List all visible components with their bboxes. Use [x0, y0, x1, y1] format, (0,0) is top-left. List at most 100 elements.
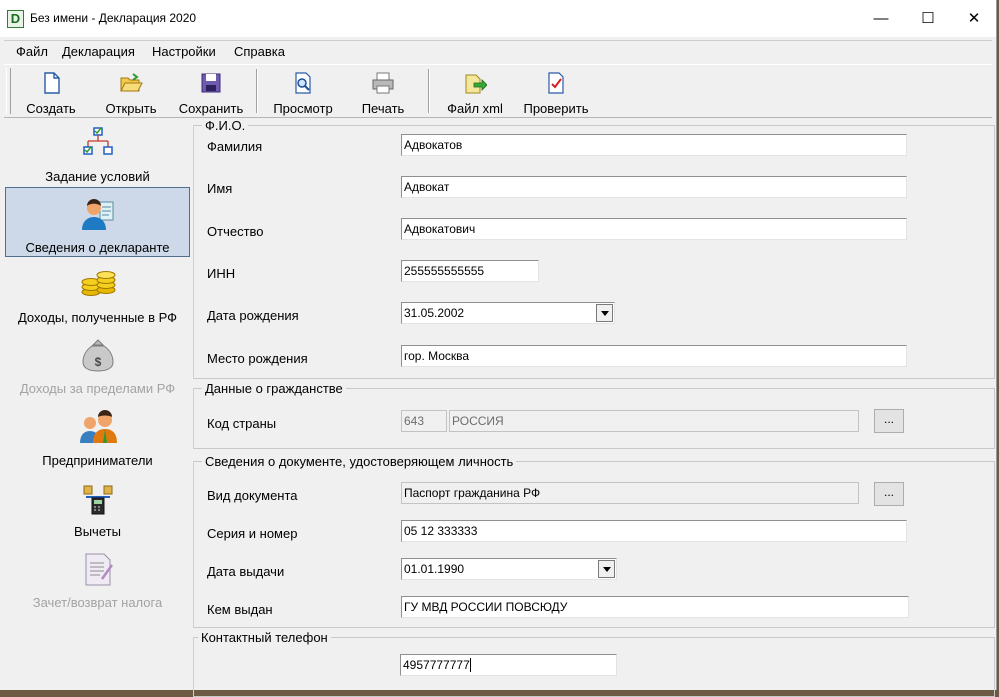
issued-by-field[interactable]: ГУ МВД РОССИИ ПОВСЮДУ [401, 596, 909, 618]
open-button[interactable]: Открыть [98, 67, 164, 116]
sidebar-item-income-rf[interactable]: Доходы, полученные в РФ [5, 258, 190, 328]
citizenship-legend: Данные о гражданстве [202, 381, 346, 396]
phone-field[interactable]: 4957777777 [400, 654, 617, 676]
sidebar: Задание условий Сведения о декларанте До… [4, 117, 191, 687]
deductions-icon [83, 485, 112, 515]
issue-date-picker[interactable]: 01.01.1990 [401, 558, 617, 580]
check-button-label: Проверить [523, 101, 589, 116]
save-button-label: Сохранить [178, 101, 244, 116]
menu-settings[interactable]: Настройки [152, 44, 216, 59]
check-document-icon [548, 72, 564, 94]
xml-file-button-label: Файл xml [447, 101, 503, 116]
toolbar-grip[interactable] [6, 68, 11, 114]
country-name-field: РОССИЯ [449, 410, 859, 432]
birth-date-label: Дата рождения [207, 308, 299, 323]
birth-date-picker[interactable]: 31.05.2002 [401, 302, 615, 324]
preview-button-label: Просмотр [273, 101, 333, 116]
sidebar-item-income-abroad: $ Доходы за пределами РФ [5, 329, 190, 399]
print-button[interactable]: Печать [352, 67, 414, 116]
sidebar-item-label: Зачет/возврат налога [32, 595, 163, 610]
birth-place-field[interactable]: гор. Москва [401, 345, 907, 367]
sidebar-item-label: Вычеты [74, 524, 121, 539]
svg-text:$: $ [94, 355, 101, 369]
fio-group: Ф.И.О. Фамилия Адвокатов Имя Адвокат Отч… [193, 118, 995, 379]
new-button-label: Создать [26, 101, 76, 116]
preview-button[interactable]: Просмотр [268, 67, 338, 116]
businessmen-icon [79, 410, 117, 443]
minimize-button[interactable]: — [858, 0, 904, 37]
last-name-field[interactable]: Адвокатов [401, 134, 907, 156]
text-caret [469, 658, 471, 672]
window-title: Без имени - Декларация 2020 [30, 11, 197, 25]
app-logo-icon: D [7, 10, 24, 28]
sidebar-item-entrepreneurs[interactable]: Предприниматели [5, 401, 190, 471]
birth-date-value: 31.05.2002 [404, 306, 465, 320]
first-name-label: Имя [207, 181, 233, 196]
xml-file-button[interactable]: Файл xml [442, 67, 508, 116]
issued-by-label: Кем выдан [207, 602, 273, 617]
coins-icon [81, 271, 115, 296]
money-bag-icon: $ [81, 339, 114, 372]
maximize-button[interactable]: ☐ [905, 0, 951, 37]
phone-value: 4957777777 [403, 658, 470, 672]
chevron-down-icon[interactable] [598, 560, 615, 578]
contact-phone-legend: Контактный телефон [198, 630, 331, 645]
menu-bar: Файл Декларация Настройки Справка [4, 40, 992, 63]
open-button-label: Открыть [105, 101, 157, 116]
last-name-label: Фамилия [207, 139, 263, 154]
series-number-label: Серия и номер [207, 526, 298, 541]
close-button[interactable]: ✕ [951, 0, 997, 37]
save-disk-icon [201, 73, 221, 93]
title-bar: D Без имени - Декларация 2020 — ☐ ✕ [0, 0, 996, 37]
toolbar: Создать Открыть Сохранить Просмотр Печат… [4, 64, 992, 118]
series-number-field[interactable]: 05 12 333333 [401, 520, 907, 542]
sidebar-item-declarant[interactable]: Сведения о декларанте [5, 187, 190, 257]
country-browse-button[interactable]: ... [874, 409, 904, 433]
conditions-tree-icon [82, 127, 113, 155]
print-button-label: Печать [361, 101, 405, 116]
identity-document-legend: Сведения о документе, удостоверяющем лич… [202, 454, 517, 469]
contact-phone-group: Контактный телефон 4957777777 [193, 630, 995, 697]
sidebar-item-conditions[interactable]: Задание условий [5, 117, 190, 187]
sidebar-item-label: Предприниматели [42, 453, 153, 468]
chevron-down-icon[interactable] [596, 304, 613, 322]
sidebar-item-label: Сведения о декларанте [25, 240, 170, 255]
declarant-form: Ф.И.О. Фамилия Адвокатов Имя Адвокат Отч… [193, 117, 995, 697]
inn-label: ИНН [207, 266, 236, 281]
app-window: D Без имени - Декларация 2020 — ☐ ✕ Файл… [0, 0, 997, 697]
export-xml-icon [465, 74, 487, 94]
document-type-label: Вид документа [207, 488, 298, 503]
country-code-field: 643 [401, 410, 447, 432]
birth-place-label: Место рождения [207, 351, 308, 366]
open-folder-icon [120, 73, 143, 92]
country-code-label: Код страны [207, 416, 277, 431]
sidebar-item-tax-refund: Зачет/возврат налога [5, 543, 190, 613]
patronymic-field[interactable]: Адвокатович [401, 218, 907, 240]
sidebar-item-label: Доходы за пределами РФ [19, 381, 176, 396]
document-type-browse-button[interactable]: ... [874, 482, 904, 506]
check-button[interactable]: Проверить [518, 67, 594, 116]
menu-declaration[interactable]: Декларация [62, 44, 135, 59]
toolbar-separator [428, 69, 430, 113]
identity-document-group: Сведения о документе, удостоверяющем лич… [193, 454, 995, 628]
sidebar-item-label: Задание условий [45, 169, 150, 184]
fio-legend: Ф.И.О. [202, 118, 249, 133]
sidebar-item-label: Доходы, полученные в РФ [17, 310, 178, 325]
first-name-field[interactable]: Адвокат [401, 176, 907, 198]
menu-file[interactable]: Файл [16, 44, 48, 59]
citizenship-group: Данные о гражданстве Код страны 643 РОСС… [193, 381, 995, 449]
save-button[interactable]: Сохранить [174, 67, 248, 116]
printer-icon [372, 72, 394, 94]
new-document-icon [44, 72, 60, 94]
issue-date-label: Дата выдачи [207, 564, 285, 579]
declarant-person-icon [81, 199, 113, 230]
inn-field[interactable]: 255555555555 [401, 260, 539, 282]
menu-help[interactable]: Справка [234, 44, 285, 59]
toolbar-separator [256, 69, 258, 113]
patronymic-label: Отчество [207, 224, 264, 239]
tax-refund-icon [85, 553, 113, 586]
preview-icon [295, 72, 311, 94]
new-button[interactable]: Создать [18, 67, 84, 116]
issue-date-value: 01.01.1990 [404, 562, 465, 576]
sidebar-item-deductions[interactable]: Вычеты [5, 472, 190, 542]
